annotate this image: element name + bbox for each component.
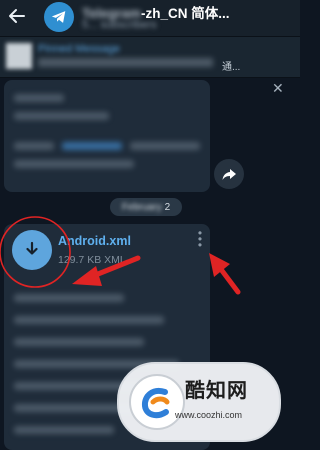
arrow-left-icon [9, 9, 25, 23]
watermark-logo: 酷知网 www.coozhi.com [117, 362, 281, 442]
pinned-thumbnail [6, 43, 32, 69]
pinned-message-bar[interactable]: Pinned Message ✕ [0, 37, 300, 96]
message-line [14, 142, 54, 150]
channel-subscribers: 5... subscribers [82, 19, 157, 31]
message-line [14, 426, 114, 434]
watermark-emblem-icon [141, 388, 170, 419]
telegram-logo-icon [51, 11, 66, 23]
more-options-icon[interactable]: • • • [194, 227, 206, 251]
pinned-preview-text [38, 58, 213, 67]
message-line [14, 316, 164, 324]
date-day: 2 [164, 201, 171, 213]
message-link[interactable] [62, 142, 122, 150]
share-button[interactable] [214, 159, 244, 189]
date-month: February [121, 201, 162, 213]
watermark-name: 酷知网 [185, 380, 248, 402]
back-button[interactable] [4, 3, 30, 29]
message-line [14, 160, 134, 168]
message-line [130, 142, 200, 150]
message-line [14, 94, 64, 102]
download-arrow-icon [26, 241, 38, 255]
download-button[interactable] [12, 230, 52, 270]
close-icon[interactable]: ✕ [272, 80, 284, 97]
share-arrow-icon [222, 169, 236, 180]
watermark-logo-mark [129, 374, 185, 430]
date-separator: February 2 [110, 198, 182, 216]
file-size: 129.7 KB XML [58, 254, 126, 266]
file-name[interactable]: Android.xml [58, 234, 131, 248]
message-line [14, 294, 124, 302]
pinned-title: Pinned Message [38, 43, 120, 55]
message-line [14, 112, 109, 120]
arrow-annotation-right [209, 253, 241, 295]
chat-header: Telegram-zh_CN 简体... 5... subscribers [0, 0, 300, 37]
watermark-url: www.coozhi.com [175, 410, 243, 420]
pinned-suffix-text: 通... [222, 62, 241, 73]
message-bubble[interactable] [4, 80, 210, 192]
message-line [14, 338, 144, 346]
channel-avatar[interactable] [44, 2, 74, 32]
